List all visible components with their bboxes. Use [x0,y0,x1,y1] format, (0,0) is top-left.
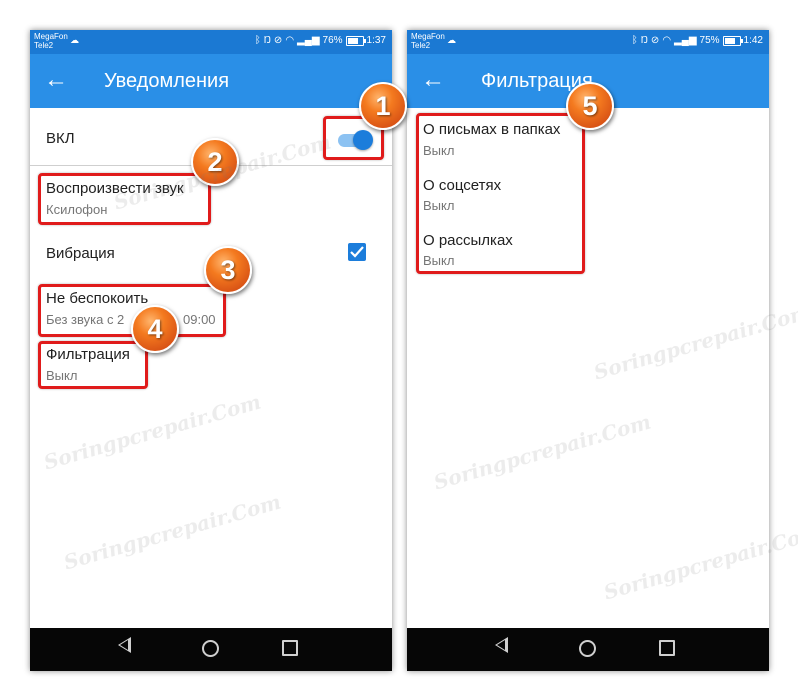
step-badge-5: 5 [566,82,614,130]
bluetooth-icon: ᛒ [631,35,638,46]
arrow-left-icon[interactable]: ← [44,66,68,94]
nfc-icon: Ŋ [640,35,648,46]
nav-recent-icon[interactable] [282,640,298,656]
toggle-thumb [353,130,373,150]
wifi-icon: ◠ [662,35,672,46]
carrier-line-1: MegaFon [411,32,445,41]
step-badge-4: 4 [131,305,179,353]
page-title: Уведомления [104,70,230,92]
signal-icon: ▂▄▆ [297,35,320,46]
arrow-left-icon[interactable]: ← [421,66,445,94]
nav-recent-icon[interactable] [659,640,675,656]
battery-percent: 76% [322,35,343,46]
filter-item-value: Выкл [423,253,455,268]
carrier-line-1: MegaFon [34,32,68,41]
filter-item-value: Выкл [423,198,455,213]
battery-percent: 75% [699,35,720,46]
battery-icon [345,35,366,46]
cloud-icon: ☁ [70,35,79,45]
carrier-line-2: Tele2 [34,41,54,50]
app-bar: ← Уведомления [30,54,392,108]
do-not-disturb-value-end: 09:00 [183,312,216,327]
wifi-icon: ◠ [285,35,295,46]
filter-item-value: Выкл [423,143,455,158]
do-not-disturb-title: Не беспокоить [46,290,149,307]
filter-item-title: О рассылках [423,232,513,249]
phone-screen-notifications: MegaFon Tele2 ☁ ᛒ Ŋ ⊘ ◠ ▂▄▆ 76% 1:37 ← У… [30,30,392,671]
nav-back-icon[interactable] [118,637,131,653]
bluetooth-icon: ᛒ [254,35,261,46]
carrier-line-2: Tele2 [411,41,431,50]
carrier-name: MegaFon Tele2 [34,32,68,50]
vibration-checkbox[interactable] [348,243,366,261]
status-bar: MegaFon Tele2 ☁ ᛒ Ŋ ⊘ ◠ ▂▄▆ 75% 1:42 [407,30,769,54]
nfc-icon: Ŋ [263,35,271,46]
play-sound-title: Воспроизвести звук [46,180,184,197]
filter-item-title: О соцсетях [423,177,502,194]
nav-home-icon[interactable] [202,640,219,657]
do-not-disturb-value: Без звука с 2 [46,312,125,327]
cloud-icon: ☁ [447,35,456,45]
notifications-on-label: ВКЛ [46,130,75,147]
battery-icon [722,35,743,46]
status-icons: ᛒ Ŋ ⊘ ◠ ▂▄▆ 75% 1:42 [632,35,763,46]
navigation-bar [407,628,769,671]
filter-item-title: О письмах в папках [423,121,561,138]
clock: 1:37 [366,35,386,46]
filtering-title: Фильтрация [46,346,130,363]
navigation-bar [30,628,392,671]
step-badge-1: 1 [359,82,407,130]
vibration-label: Вибрация [46,245,115,262]
status-bar: MegaFon Tele2 ☁ ᛒ Ŋ ⊘ ◠ ▂▄▆ 76% 1:37 [30,30,392,54]
nav-back-icon[interactable] [495,637,508,653]
notifications-toggle[interactable] [336,130,373,150]
step-badge-2: 2 [191,138,239,186]
signal-icon: ▂▄▆ [674,35,697,46]
mute-icon: ⊘ [273,35,283,46]
nav-home-icon[interactable] [579,640,596,657]
status-icons: ᛒ Ŋ ⊘ ◠ ▂▄▆ 76% 1:37 [255,35,386,46]
play-sound-value: Ксилофон [46,202,108,217]
carrier-name: MegaFon Tele2 [411,32,445,50]
checkmark-icon [350,246,364,258]
mute-icon: ⊘ [650,35,660,46]
clock: 1:42 [743,35,763,46]
filtering-value: Выкл [46,368,78,383]
step-badge-3: 3 [204,246,252,294]
